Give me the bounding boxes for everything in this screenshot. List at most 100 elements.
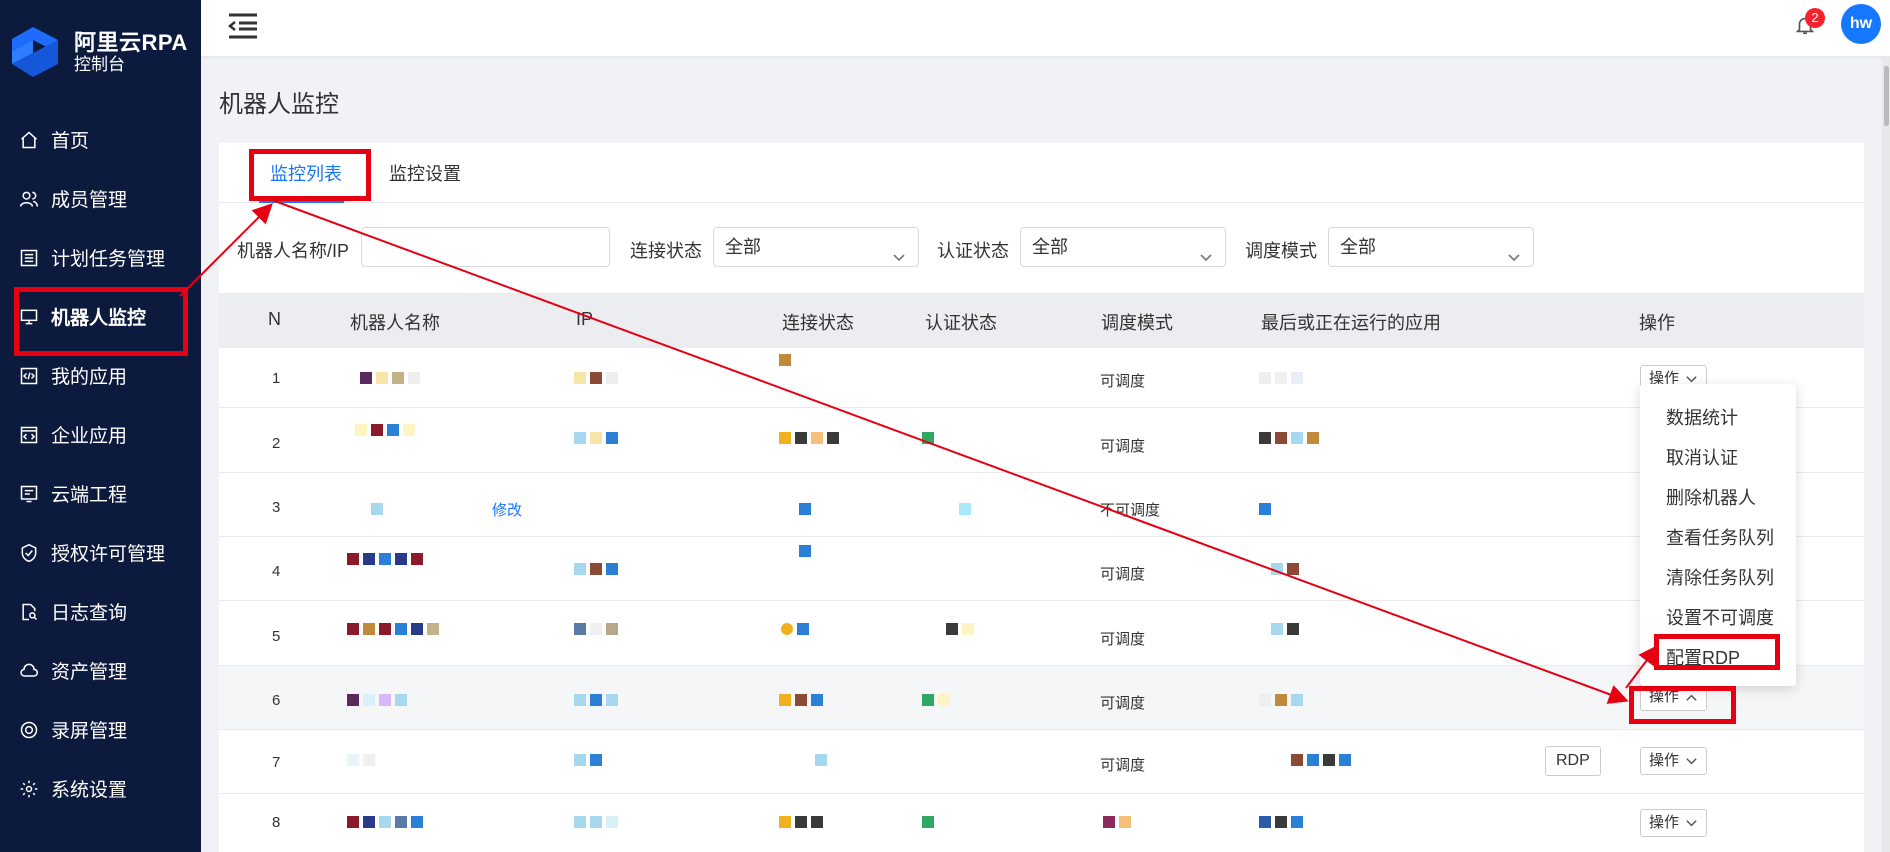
schedule-mode: 可调度	[1100, 373, 1146, 390]
table-row[interactable]: 5 可调度	[219, 601, 1864, 666]
schedule-mode: 可调度	[1100, 566, 1146, 583]
table-row[interactable]: 8 操作	[219, 794, 1864, 852]
schedule-mode-select[interactable]: 全部	[1328, 227, 1534, 267]
row-number: 6	[272, 692, 281, 709]
redacted-connection-status	[779, 432, 839, 444]
redacted-connection-status	[815, 754, 827, 766]
list-icon	[18, 247, 40, 269]
schedule-mode: 可调度	[1100, 438, 1146, 455]
row-actions-button-open[interactable]: 操作	[1640, 683, 1708, 711]
sidebar-item-members[interactable]: 成员管理	[0, 169, 201, 228]
schedule-mode: 可调度	[1100, 757, 1146, 774]
filter-bar: 机器人名称/IP 连接状态 全部 认证状态 全部 调度模式 全部	[219, 227, 1864, 269]
home-icon	[18, 129, 40, 151]
schedule-mode: 可调度	[1100, 631, 1146, 648]
col-ip: IP	[576, 309, 594, 329]
redacted-robot-name	[371, 503, 383, 515]
rdp-button[interactable]: RDP	[1545, 746, 1601, 776]
row-actions-button[interactable]: 操作	[1640, 809, 1708, 837]
col-actions: 操作	[1639, 313, 1675, 333]
redacted-last-app	[1259, 432, 1319, 444]
redacted-robot-name	[360, 372, 420, 384]
name-ip-input[interactable]	[361, 227, 610, 267]
chevron-down-icon	[892, 240, 906, 262]
row-number: 5	[272, 628, 281, 645]
menu-item-set-unschedulable[interactable]: 设置不可调度	[1640, 598, 1796, 638]
redacted-connection-status	[779, 694, 823, 706]
chevron-down-icon	[1199, 240, 1213, 262]
table-row[interactable]: 7 可调度 RDP 操作	[219, 730, 1864, 794]
gear-icon	[18, 778, 40, 800]
connection-status-select[interactable]: 全部	[713, 227, 919, 267]
sidebar-item-license[interactable]: 授权许可管理	[0, 523, 201, 582]
tab-monitor-settings[interactable]: 监控设置	[389, 160, 461, 186]
sidebar-item-assets[interactable]: 资产管理	[0, 641, 201, 700]
menu-item-delete-robot[interactable]: 删除机器人	[1640, 478, 1796, 518]
auth-status-select[interactable]: 全部	[1020, 227, 1226, 267]
menu-item-clear-task-queue[interactable]: 清除任务队列	[1640, 558, 1796, 598]
redacted-last-app	[1271, 563, 1299, 575]
sidebar-item-my-apps[interactable]: 我的应用	[0, 346, 201, 405]
col-auth-status: 认证状态	[925, 313, 997, 333]
table-row[interactable]: 6 可调度 操作	[219, 666, 1864, 730]
schedule-mode-value: 全部	[1340, 237, 1376, 257]
page-title: 机器人监控	[219, 91, 339, 118]
redacted-auth-status	[922, 816, 934, 828]
redacted-last-app	[1271, 623, 1299, 635]
schedule-mode: 可调度	[1100, 695, 1146, 712]
redacted-ip	[574, 623, 618, 635]
chevron-up-icon	[1686, 694, 1697, 701]
connection-status-value: 全部	[725, 237, 761, 257]
table-row[interactable]: 4 可调度	[219, 537, 1864, 601]
page-scrollbar[interactable]	[1882, 56, 1890, 852]
redacted-auth-status	[959, 503, 971, 515]
schedule-mode: 不可调度	[1100, 502, 1161, 519]
redacted-auth-status	[922, 432, 934, 444]
sidebar-item-log-query[interactable]: 日志查询	[0, 582, 201, 641]
brand[interactable]: 阿里云RPA 控制台	[4, 22, 188, 82]
col-n: N	[268, 309, 281, 329]
row-number: 3	[272, 499, 281, 516]
connection-status-label: 连接状态	[630, 241, 702, 261]
col-robot-name: 机器人名称	[350, 313, 440, 333]
main-card: 监控列表 监控设置 机器人名称/IP 连接状态 全部 认证状态 全部 调度模式 …	[219, 143, 1864, 852]
redacted-auth-status	[922, 694, 950, 706]
sidebar-item-label: 授权许可管理	[51, 544, 166, 565]
auth-status-value: 全部	[1032, 237, 1068, 257]
record-icon	[18, 719, 40, 741]
sidebar-item-system-settings[interactable]: 系统设置	[0, 759, 201, 818]
sidebar-item-scheduled-tasks[interactable]: 计划任务管理	[0, 228, 201, 287]
sidebar-item-label: 系统设置	[51, 780, 128, 801]
menu-item-view-task-queue[interactable]: 查看任务队列	[1640, 518, 1796, 558]
log-search-icon	[18, 601, 40, 623]
avatar[interactable]: hw	[1841, 4, 1881, 44]
table-header: N 机器人名称 IP 连接状态 认证状态 调度模式 最后或正在运行的应用 操作	[219, 293, 1864, 348]
redacted-robot-name	[347, 623, 439, 635]
redacted-ip	[574, 754, 602, 766]
menu-item-cancel-auth[interactable]: 取消认证	[1640, 438, 1796, 478]
sidebar-item-home[interactable]: 首页	[0, 110, 201, 169]
redacted-ip	[574, 816, 618, 828]
table-row[interactable]: 2 可调度	[219, 408, 1864, 473]
redacted-schedule-mode	[1103, 816, 1131, 828]
sidebar-item-screen-recording[interactable]: 录屏管理	[0, 700, 201, 759]
sidebar-item-label: 成员管理	[51, 190, 128, 211]
brand-subtitle: 控制台	[74, 54, 125, 74]
sidebar-item-robot-monitor[interactable]: 机器人监控	[0, 287, 201, 356]
menu-item-configure-rdp[interactable]: 配置RDP	[1640, 638, 1796, 678]
redacted-ip	[574, 694, 618, 706]
table-row[interactable]: 1 可调度 操作	[219, 348, 1864, 408]
edit-robot-name-link[interactable]: 修改	[492, 499, 522, 520]
row-number: 8	[272, 814, 281, 831]
menu-item-statistics[interactable]: 数据统计	[1640, 398, 1796, 438]
menu-fold-icon[interactable]	[227, 12, 259, 40]
sidebar-item-label: 企业应用	[51, 426, 128, 447]
row-actions-button[interactable]: 操作	[1640, 747, 1708, 775]
scrollbar-thumb[interactable]	[1884, 66, 1889, 126]
sidebar-item-enterprise-apps[interactable]: 企业应用	[0, 405, 201, 464]
table-row[interactable]: 3 修改 不可调度	[219, 473, 1864, 537]
row-number: 4	[272, 563, 281, 580]
redacted-connection-status	[781, 623, 809, 635]
sidebar-item-cloud-projects[interactable]: 云端工程	[0, 464, 201, 523]
top-header: 2 hw	[201, 0, 1890, 56]
